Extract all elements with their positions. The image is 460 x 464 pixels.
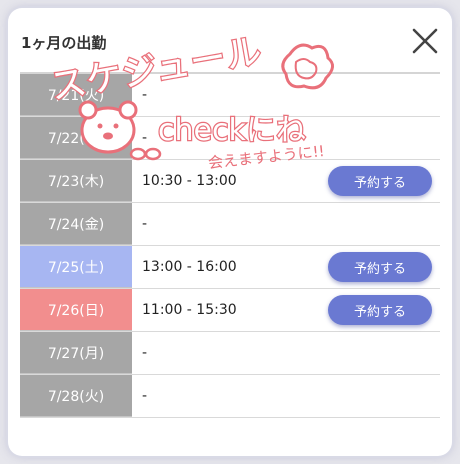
schedule-row: 7/25(土) 13:00 - 16:00 予約する — [20, 246, 440, 289]
time-cell: 11:00 - 15:30 — [142, 302, 237, 318]
date-cell: 7/24(金) — [20, 203, 132, 245]
reserve-button[interactable]: 予約する — [328, 295, 432, 325]
date-cell: 7/27(月) — [20, 332, 132, 374]
schedule-row: 7/21(火) - — [20, 74, 440, 117]
date-cell-sunday: 7/26(日) — [20, 289, 132, 331]
date-cell: 7/22(水) — [20, 117, 132, 159]
reserve-button[interactable]: 予約する — [328, 166, 432, 196]
schedule-row: 7/24(金) - — [20, 203, 440, 246]
time-cell: - — [142, 345, 148, 361]
date-cell: 7/23(木) — [20, 160, 132, 202]
time-cell: 13:00 - 16:00 — [142, 259, 237, 275]
reserve-button[interactable]: 予約する — [328, 252, 432, 282]
schedule-row: 7/22(水) - — [20, 117, 440, 160]
time-cell: - — [142, 216, 148, 232]
schedule-modal: 1ヶ月の出勤 7/21(火) - 7/22(水) - 7/23(木) 10:30… — [8, 8, 452, 456]
modal-title: 1ヶ月の出勤 — [21, 34, 107, 52]
date-cell-saturday: 7/25(土) — [20, 246, 132, 288]
date-cell: 7/21(火) — [20, 74, 132, 116]
schedule-row: 7/27(月) - — [20, 332, 440, 375]
schedule-table: 7/21(火) - 7/22(水) - 7/23(木) 10:30 - 13:0… — [20, 74, 440, 418]
schedule-row: 7/23(木) 10:30 - 13:00 予約する — [20, 160, 440, 203]
date-cell: 7/28(火) — [20, 375, 132, 417]
schedule-row: 7/26(日) 11:00 - 15:30 予約する — [20, 289, 440, 332]
close-icon[interactable] — [410, 26, 440, 56]
time-cell: - — [142, 388, 148, 404]
modal-header: 1ヶ月の出勤 — [8, 8, 452, 70]
schedule-row: 7/28(火) - — [20, 375, 440, 418]
time-cell: - — [142, 130, 148, 146]
time-cell: 10:30 - 13:00 — [142, 173, 237, 189]
time-cell: - — [142, 87, 148, 103]
